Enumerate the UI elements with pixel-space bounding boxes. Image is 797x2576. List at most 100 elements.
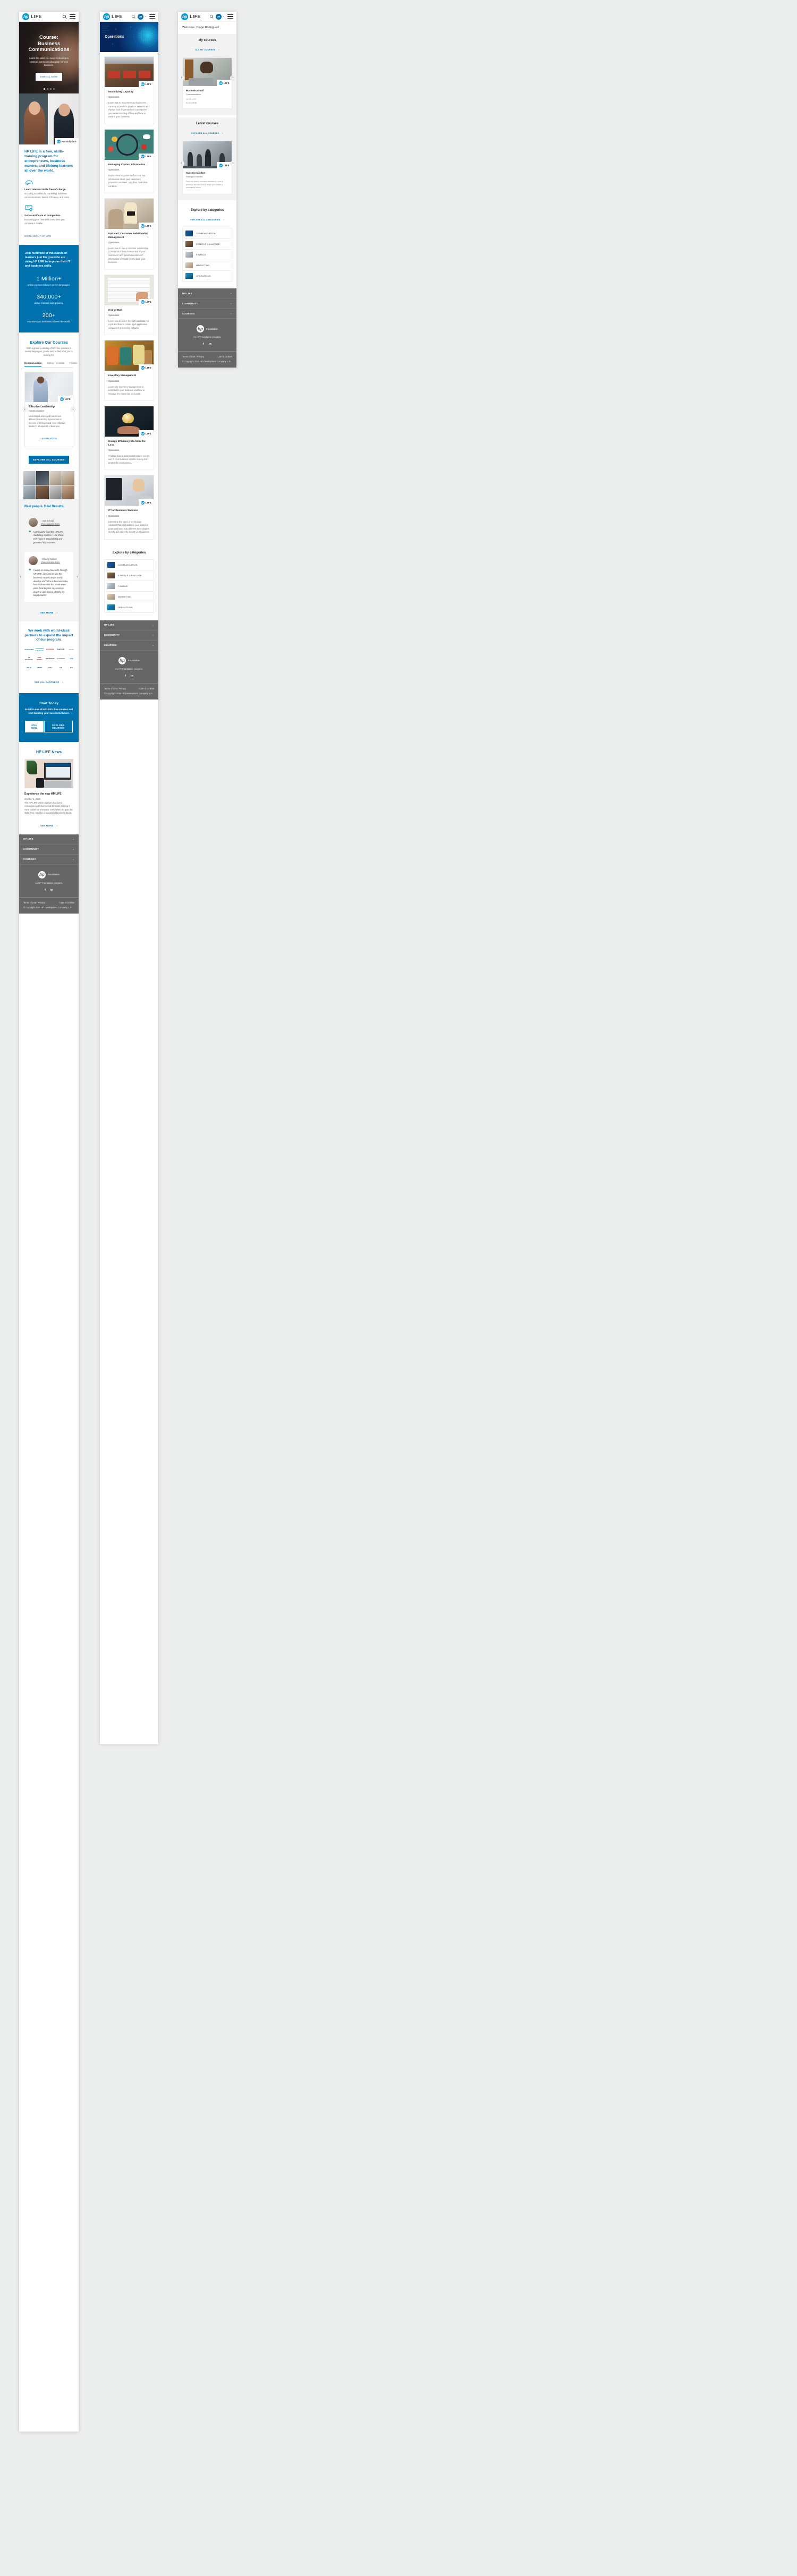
see-more-link[interactable]: SEE MORE [40,611,54,614]
footer-accordion-hp-life[interactable]: HP LIFE ⌄ [19,834,79,845]
course-card[interactable]: hp LIFE Hiring Staff Operations Learn how… [104,274,154,336]
category-row-finance[interactable]: FINANCE [182,249,232,260]
footer-copyright: © Copyright 2020 HP Development Company,… [182,360,231,363]
footer-brand: hp Foundation An HP Foundation program. … [178,319,236,352]
search-icon[interactable] [62,14,67,19]
carousel-prev-icon[interactable]: ‹ [179,75,184,81]
carousel-prev-icon[interactable]: ‹ [179,160,184,166]
footer-accordion-courses[interactable]: COURSES ⌄ [100,641,158,651]
hamburger-menu-icon[interactable] [70,13,75,20]
category-row-finance[interactable]: FINANCE [104,580,154,591]
testimonial-prev-icon[interactable]: ‹ [19,574,23,580]
footer-accordion-community[interactable]: COMMUNITY ⌄ [19,845,79,855]
course-card[interactable]: hp LIFE Effective Leadership Communicatio… [24,372,73,448]
footer-accordion-hp-life[interactable]: HP LIFE ⌄ [100,620,158,630]
course-card[interactable]: hp LIFE Updated: Customer Relationship Ma… [104,198,154,270]
search-icon[interactable] [209,14,214,19]
chevron-down-icon[interactable]: ⌄ [145,15,147,18]
category-row-communication[interactable]: COMMUNICATION [182,228,232,239]
category-row-marketing[interactable]: MARKETING [104,591,154,602]
learn-more-link[interactable]: LEARN MORE [41,437,57,440]
testimonial-next-icon[interactable]: › [74,574,79,580]
footer-links-right[interactable]: / Use of cookies [217,355,232,358]
course-title: Updated: Customer Relationship Managemen… [108,233,148,239]
footer-links-left[interactable]: Terms of Use / Privacy [182,355,204,358]
footer-links-right[interactable]: / Use of cookies [139,687,154,690]
hp-logo-icon[interactable]: hp [22,13,29,20]
category-tabs[interactable]: Communication Startup / Innovate Finance… [24,362,78,368]
user-avatar[interactable]: DR [137,13,143,20]
carousel-dot[interactable] [46,88,48,90]
chevron-right-icon: › [222,219,224,221]
see-more-link[interactable]: SEE MORE [40,824,54,827]
hp-logo-icon[interactable]: hp [181,13,188,20]
explore-all-courses-button[interactable]: EXPLORE ALL COURSES [29,456,69,464]
more-about-hp-life-link[interactable]: MORE ABOUT HP LIFE [24,235,51,237]
course-category: Communication [186,93,201,96]
hp-foundation-logo-icon: hp [118,656,126,664]
explore-courses-button[interactable]: EXPLORE COURSES [44,721,73,733]
category-thumbnail [185,262,193,269]
course-card[interactable]: hp LIFE Energy Efficiency: Do More for Le… [104,406,154,471]
all-my-courses-link[interactable]: ALL MY COURSES [195,48,215,51]
course-card[interactable]: hp LIFE IT for Business Success Operation… [104,475,154,540]
course-description: Find out what a success mindset is, how … [186,181,224,189]
course-card[interactable]: hp LIFE Maximizing Capacity Operations Le… [104,56,154,124]
category-row-operations[interactable]: OPERATIONS [182,270,232,282]
footer-links-left[interactable]: Terms of Use / Privacy [23,901,45,904]
user-avatar[interactable]: DR [215,13,222,20]
facebook-icon[interactable]: f [125,675,126,678]
carousel-prev-icon[interactable]: ‹ [22,406,28,413]
course-card[interactable]: hp LIFE Inventory Management Operations L… [104,340,154,402]
category-row-communication[interactable]: COMMUNICATION [104,559,154,570]
tab-startup-innovate[interactable]: Startup / Innovate [46,362,64,367]
footer-accordion-hp-life[interactable]: HP LIFE ⌄ [178,288,236,299]
carousel-dots[interactable] [19,88,79,90]
facebook-icon[interactable]: f [203,343,204,346]
carousel-next-icon[interactable]: › [70,406,76,413]
course-category: Communication [29,410,45,413]
course-card[interactable]: hp LIFE Managing Contact Information Oper… [104,129,154,194]
explore-all-categories-link[interactable]: EXPLORE ALL CATEGORIES [190,219,220,221]
chevron-down-icon: ⌄ [72,857,74,860]
linkedin-icon[interactable]: in [209,343,211,346]
category-row-startup-innovate[interactable]: STARTUP / INNOVATE [182,238,232,250]
latest-course-card[interactable]: hp LIFE Success Mindset Startup / Innovat… [182,141,232,195]
view-success-story-link[interactable]: View success story [41,523,60,525]
tab-finance[interactable]: Finance [69,362,77,367]
carousel-dot[interactable] [49,88,52,90]
carousel-next-icon[interactable]: › [230,75,236,81]
join-now-button[interactable]: JOIN NOW [25,721,44,733]
footer-accordion-courses[interactable]: COURSES ⌄ [19,855,79,865]
search-icon[interactable] [131,14,135,19]
explore-all-courses-link[interactable]: EXPLORE ALL COURSES [191,132,219,134]
linkedin-icon[interactable]: in [50,889,53,892]
enroll-now-button[interactable]: ENROLL NOW [35,72,63,81]
facebook-icon[interactable]: f [45,889,46,892]
category-row-operations[interactable]: OPERATIONS [104,601,154,613]
hamburger-menu-icon[interactable] [227,13,233,20]
hamburger-menu-icon[interactable] [149,13,155,20]
footer-accordion-community[interactable]: COMMUNITY ⌄ [100,630,158,641]
my-course-card[interactable]: hp LIFE Business Email Communication 15 H… [182,57,232,109]
accordion-label: HP LIFE [182,292,192,295]
see-all-partners-link[interactable]: SEE ALL PARTNERS [35,681,59,684]
footer-accordion-community[interactable]: COMMUNITY ⌄ [178,298,236,309]
hp-logo-icon[interactable]: hp [103,13,110,20]
category-row-marketing[interactable]: MARKETING [182,260,232,271]
carousel-dot[interactable] [43,88,45,90]
news-section: HP LIFE News Experience the new HP LIFE … [19,742,79,834]
tab-communication[interactable]: Communication [24,362,42,368]
footer-links-left[interactable]: Terms of Use / Privacy [104,687,126,690]
linkedin-icon[interactable]: in [131,675,133,678]
carousel-dot[interactable] [53,88,55,90]
feature-item: Get a certificate of completion. Endorsi… [24,204,73,225]
footer-accordion-courses[interactable]: COURSES ⌄ [178,309,236,319]
chevron-down-icon[interactable]: ⌄ [223,15,225,18]
footer-links-right[interactable]: / Use of cookies [59,901,74,904]
view-success-story-link[interactable]: View success story [41,561,60,564]
carousel-next-icon[interactable]: › [230,160,236,166]
course-title: Effective Leadership [29,405,55,409]
category-row-startup-innovate[interactable]: STARTUP / INNOVATE [104,569,154,581]
feature-text: Including social media marketing, busine… [24,192,70,199]
